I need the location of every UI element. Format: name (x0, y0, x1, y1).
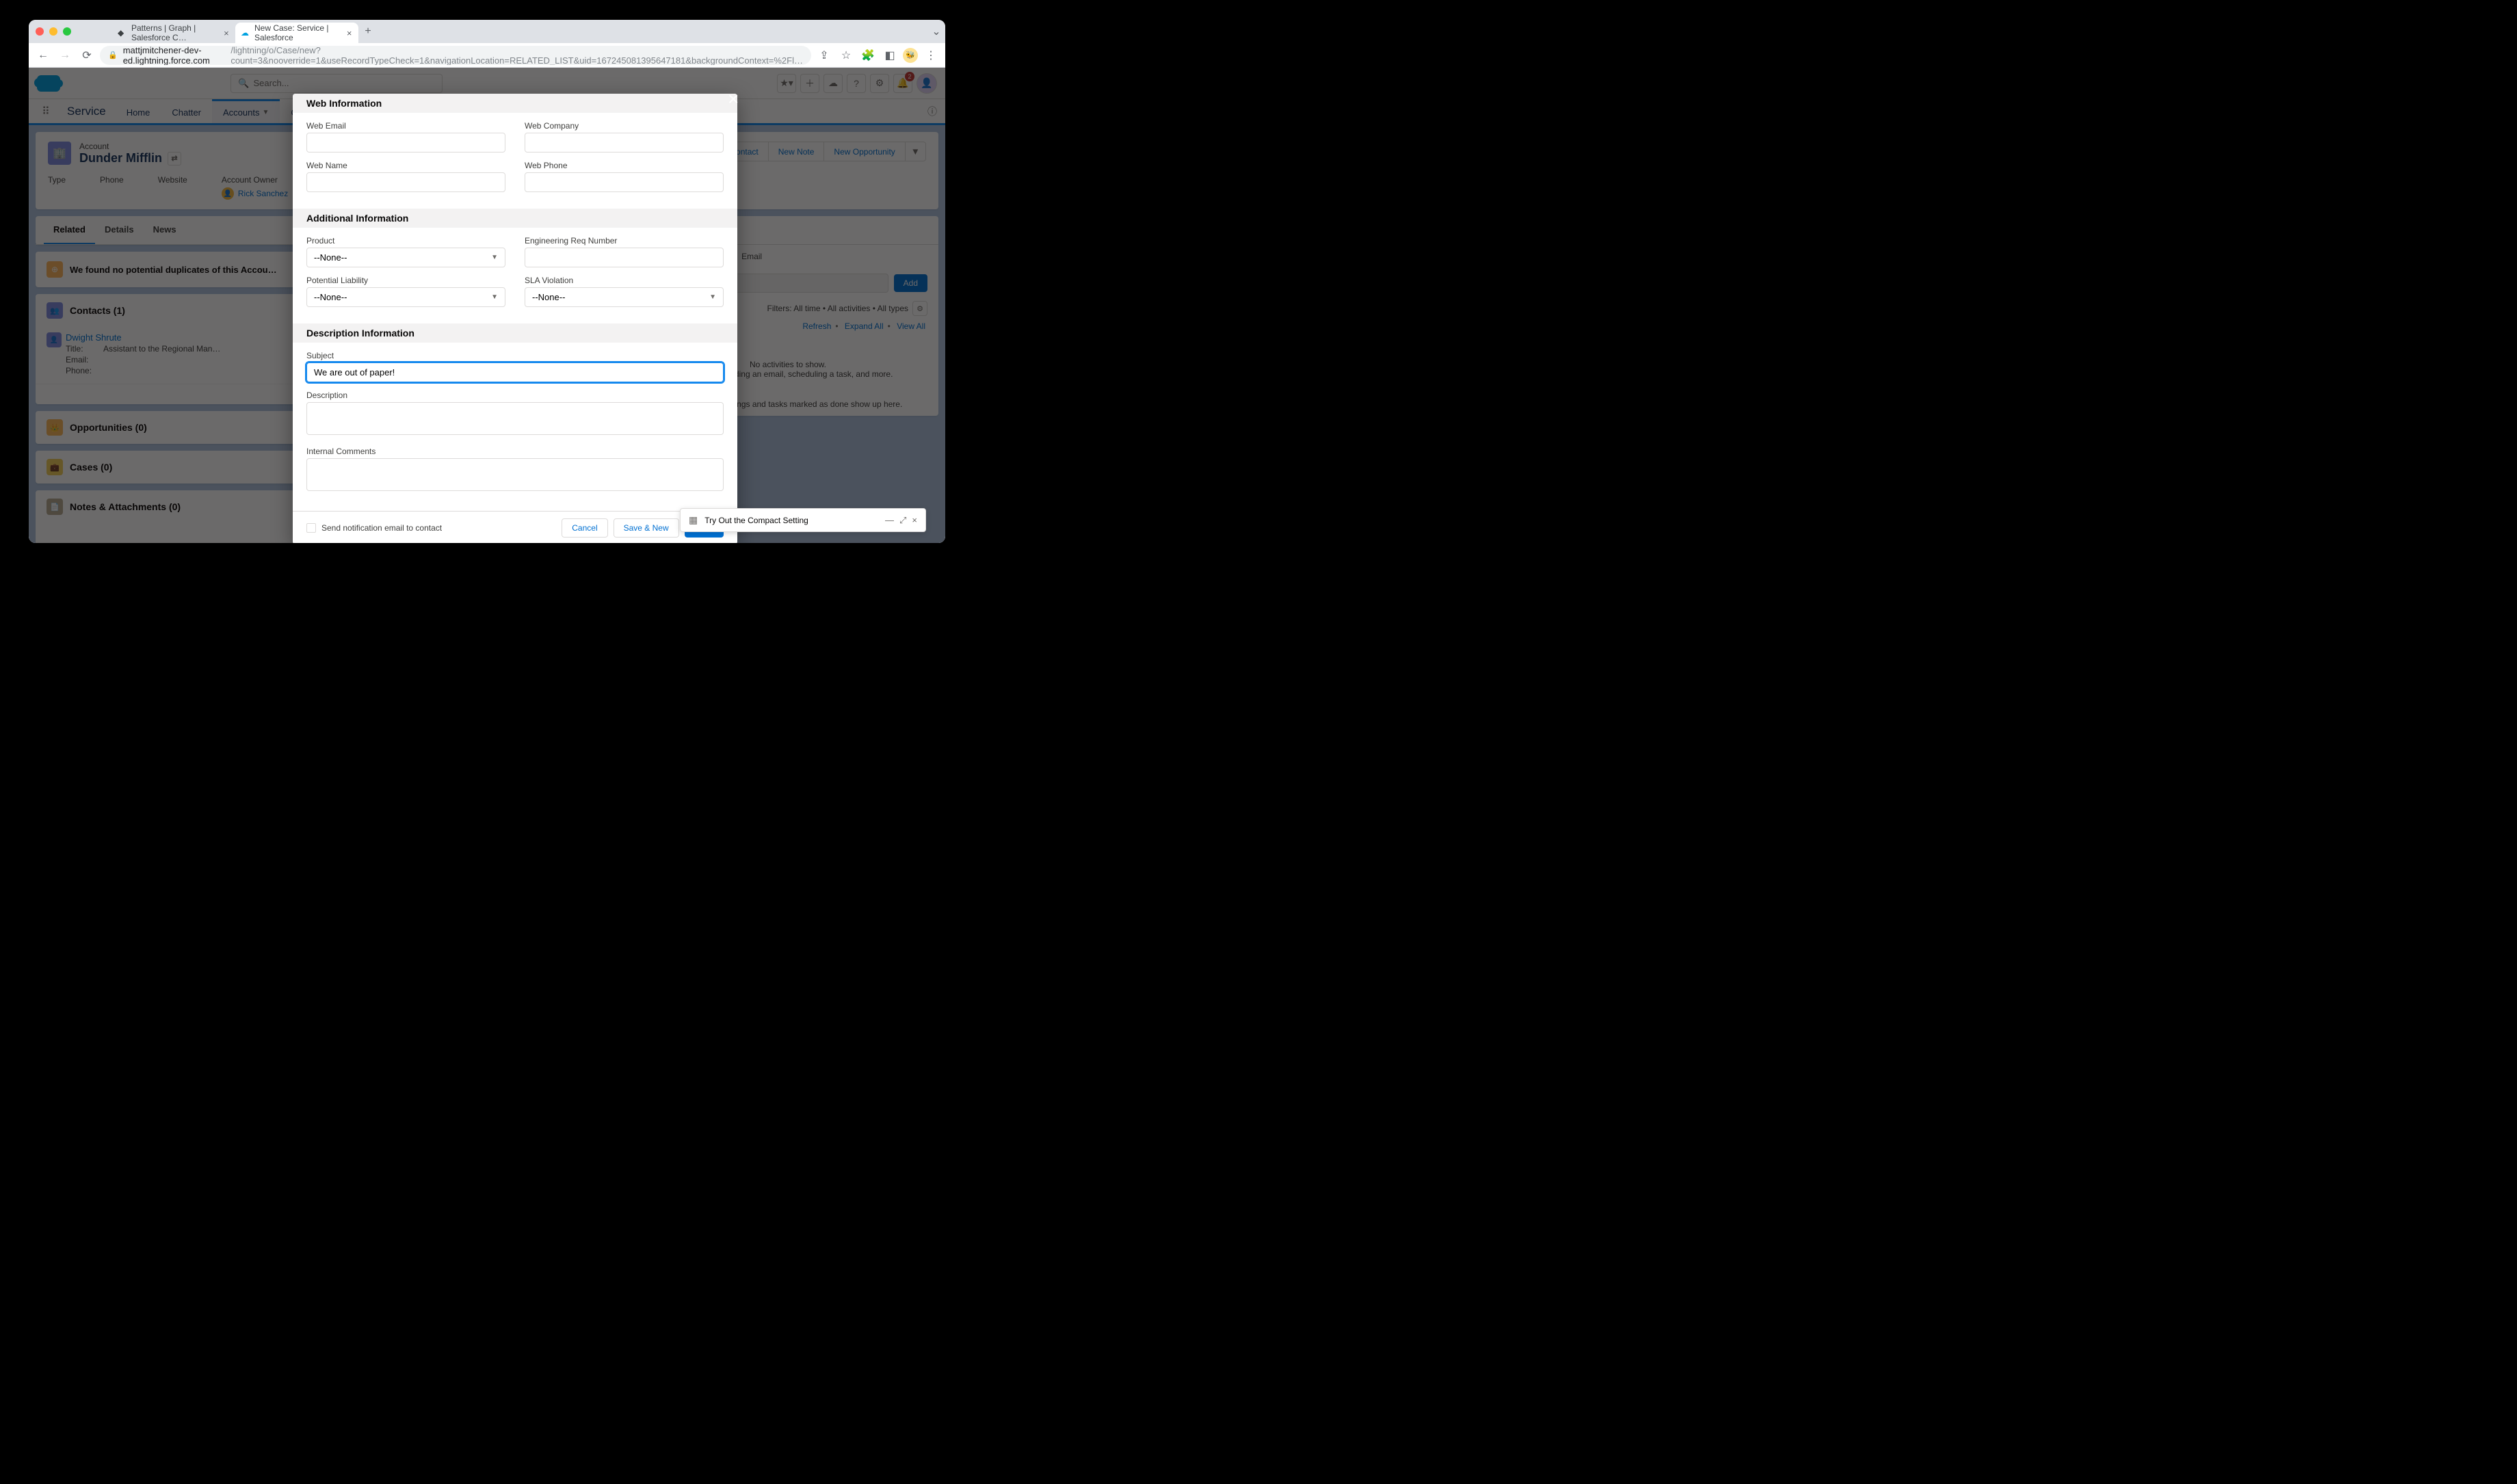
sla-violation-select[interactable]: --None--▼ (525, 287, 724, 307)
web-name-label: Web Name (306, 161, 505, 170)
url-field[interactable]: 🔒 mattjmitchener-dev-ed.lightning.force.… (100, 46, 811, 65)
notify-checkbox[interactable] (306, 523, 316, 533)
traffic-lights (36, 27, 71, 36)
reload-button[interactable]: ⟳ (78, 47, 96, 64)
product-label: Product (306, 236, 505, 246)
browser-tab-inactive[interactable]: ◆ Patterns | Graph | Salesforce C… × (112, 23, 235, 43)
internal-comments-textarea[interactable] (306, 458, 724, 491)
description-info-header: Description Information (293, 323, 737, 343)
tab-title: Patterns | Graph | Salesforce C… (131, 23, 219, 42)
panel-icon[interactable]: ◧ (881, 47, 899, 64)
extensions-icon[interactable]: 🧩 (859, 47, 877, 64)
web-name-input[interactable] (306, 172, 505, 192)
subject-label: Subject (306, 351, 724, 360)
star-icon[interactable]: ☆ (837, 47, 855, 64)
browser-tab-active[interactable]: ☁ New Case: Service | Salesforce × (235, 23, 358, 43)
notify-checkbox-wrap[interactable]: Send notification email to contact (306, 523, 442, 533)
url-text-light: /lightning/o/Case/new?count=3&nooverride… (230, 46, 803, 65)
chevron-down-icon: ▼ (491, 293, 498, 301)
chevron-down-icon: ▼ (491, 254, 498, 261)
layout-icon: ▦ (689, 514, 698, 526)
close-tab-icon[interactable]: × (223, 28, 230, 38)
liability-select[interactable]: --None--▼ (306, 287, 505, 307)
tab-title: New Case: Service | Salesforce (254, 23, 341, 42)
sla-violation-label: SLA Violation (525, 276, 724, 285)
web-company-input[interactable] (525, 133, 724, 153)
browser-addressbar: ← → ⟳ 🔒 mattjmitchener-dev-ed.lightning.… (29, 43, 945, 68)
browser-tabbar: ◆ Patterns | Graph | Salesforce C… × ☁ N… (29, 20, 945, 43)
maximize-window-button[interactable] (63, 27, 71, 36)
liability-label: Potential Liability (306, 276, 505, 285)
internal-comments-label: Internal Comments (306, 447, 724, 456)
chevron-down-icon: ▼ (709, 293, 716, 301)
toast-minimize-icon[interactable]: — (885, 515, 894, 526)
minimize-window-button[interactable] (49, 27, 57, 36)
url-text-dark: mattjmitchener-dev-ed.lightning.force.co… (123, 46, 226, 65)
compact-setting-toast: ▦ Try Out the Compact Setting — ⤢ × (680, 508, 926, 532)
close-tab-icon[interactable]: × (345, 28, 353, 38)
close-window-button[interactable] (36, 27, 44, 36)
lock-icon: 🔒 (108, 51, 118, 59)
forward-button[interactable]: → (56, 47, 74, 64)
subject-input[interactable] (306, 362, 724, 382)
profile-icon[interactable]: 🐝 (903, 48, 918, 63)
back-button[interactable]: ← (34, 47, 52, 64)
browser-window: ◆ Patterns | Graph | Salesforce C… × ☁ N… (29, 20, 945, 543)
description-textarea[interactable] (306, 402, 724, 435)
web-company-label: Web Company (525, 121, 724, 131)
web-email-label: Web Email (306, 121, 505, 131)
tabs-overflow-icon[interactable]: ⌄ (927, 23, 945, 40)
new-tab-button[interactable]: + (358, 22, 378, 41)
cancel-button[interactable]: Cancel (562, 518, 607, 538)
toast-text: Try Out the Compact Setting (704, 516, 808, 525)
web-info-header: Web Information (293, 94, 737, 113)
tab-favicon: ☁ (241, 28, 250, 38)
additional-info-header: Additional Information (293, 209, 737, 228)
new-case-modal: Web Information Web Email Web Name Web C… (293, 94, 737, 543)
tab-favicon: ◆ (118, 28, 127, 38)
toast-expand-icon[interactable]: ⤢ (899, 515, 906, 526)
eng-req-input[interactable] (525, 248, 724, 267)
description-label: Description (306, 390, 724, 400)
web-phone-label: Web Phone (525, 161, 724, 170)
modal-footer: Send notification email to contact Cance… (293, 511, 737, 543)
menu-icon[interactable]: ⋮ (922, 47, 940, 64)
notify-label: Send notification email to contact (321, 523, 442, 533)
eng-req-label: Engineering Req Number (525, 236, 724, 246)
toast-close-icon[interactable]: × (912, 515, 917, 526)
web-phone-input[interactable] (525, 172, 724, 192)
product-select[interactable]: --None--▼ (306, 248, 505, 267)
web-email-input[interactable] (306, 133, 505, 153)
modal-close-button[interactable]: × (728, 88, 739, 110)
save-new-button[interactable]: Save & New (614, 518, 679, 538)
share-icon[interactable]: ⇪ (815, 47, 833, 64)
